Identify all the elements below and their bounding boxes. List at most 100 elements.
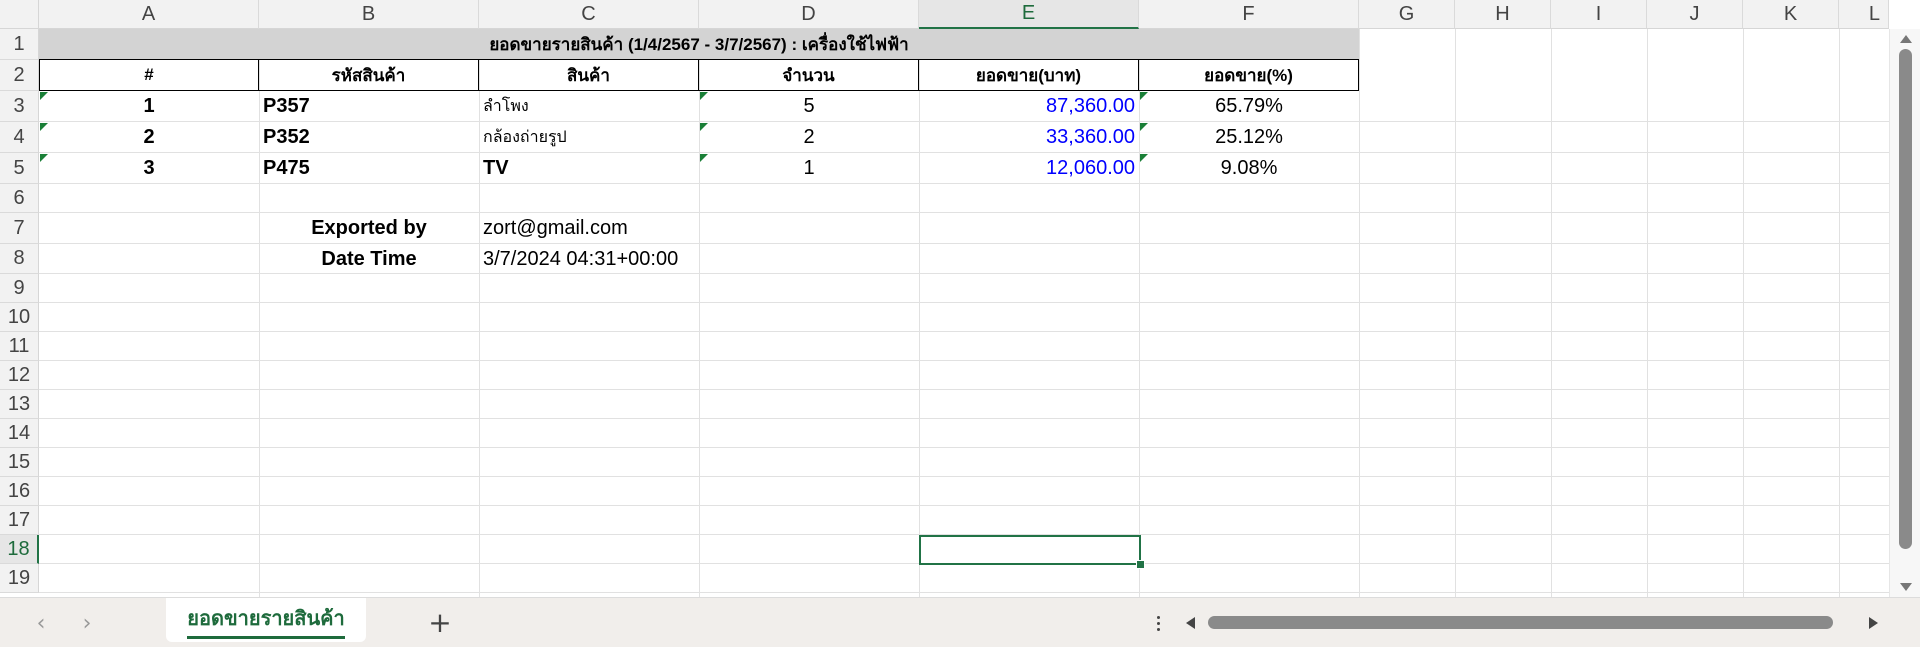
row-header-1[interactable]: 1 bbox=[0, 29, 39, 60]
select-all-corner[interactable] bbox=[0, 0, 39, 29]
gridline bbox=[1743, 29, 1744, 597]
gridline bbox=[39, 418, 1889, 419]
cell-sales-baht[interactable]: 12,060.00 bbox=[919, 153, 1139, 184]
column-header-e[interactable]: E bbox=[919, 0, 1139, 29]
fill-handle[interactable] bbox=[1136, 560, 1145, 569]
datetime-value[interactable]: 3/7/2024 04:31+00:00 bbox=[479, 244, 699, 274]
error-indicator-icon[interactable] bbox=[700, 154, 708, 162]
gridline bbox=[39, 447, 1889, 448]
gridline bbox=[1359, 29, 1360, 597]
column-header-i[interactable]: I bbox=[1551, 0, 1647, 29]
row-header-7[interactable]: 7 bbox=[0, 213, 39, 244]
error-indicator-icon[interactable] bbox=[40, 92, 48, 100]
column-header-c[interactable]: C bbox=[479, 0, 699, 29]
cell-sales-percent[interactable]: 9.08% bbox=[1139, 153, 1359, 184]
cell-quantity[interactable]: 2 bbox=[699, 122, 919, 153]
cell-product-name[interactable]: ลำโพง bbox=[479, 91, 699, 122]
error-indicator-icon[interactable] bbox=[700, 92, 708, 100]
row-header-16[interactable]: 16 bbox=[0, 477, 39, 506]
column-header-a[interactable]: A bbox=[39, 0, 259, 29]
scroll-down-icon[interactable] bbox=[1900, 583, 1912, 591]
error-indicator-icon[interactable] bbox=[1140, 123, 1148, 131]
row-header-15[interactable]: 15 bbox=[0, 448, 39, 477]
cell-product-code[interactable]: P352 bbox=[259, 122, 479, 153]
sheet-tab-bar: ‹ › ยอดขายรายสินค้า + bbox=[0, 597, 1920, 647]
error-indicator-icon[interactable] bbox=[40, 154, 48, 162]
cell-sales-percent[interactable]: 65.79% bbox=[1139, 91, 1359, 122]
exported-by-value[interactable]: zort@gmail.com bbox=[479, 213, 699, 244]
cell-number[interactable]: 3 bbox=[39, 153, 259, 184]
cell-product-name[interactable]: TV bbox=[479, 153, 699, 184]
row-header-19[interactable]: 19 bbox=[0, 564, 39, 593]
row-header-17[interactable]: 17 bbox=[0, 506, 39, 535]
cell-quantity[interactable]: 1 bbox=[699, 153, 919, 184]
column-header-g[interactable]: G bbox=[1359, 0, 1455, 29]
cell-quantity[interactable]: 5 bbox=[699, 91, 919, 122]
cell-sales-baht[interactable]: 33,360.00 bbox=[919, 122, 1139, 153]
cell-number[interactable]: 2 bbox=[39, 122, 259, 153]
row-header-2[interactable]: 2 bbox=[0, 60, 39, 91]
header-quantity[interactable]: จำนวน bbox=[699, 60, 919, 91]
cell-product-code[interactable]: P475 bbox=[259, 153, 479, 184]
header-product[interactable]: สินค้า bbox=[479, 60, 699, 91]
row-header-5[interactable]: 5 bbox=[0, 153, 39, 184]
datetime-label[interactable]: Date Time bbox=[259, 244, 479, 274]
gridline bbox=[39, 505, 1889, 506]
header-sales-baht[interactable]: ยอดขาย(บาท) bbox=[919, 60, 1139, 91]
scroll-up-icon[interactable] bbox=[1900, 35, 1912, 43]
gridline bbox=[39, 476, 1889, 477]
cell-product-name[interactable]: กล้องถ่ายรูป bbox=[479, 122, 699, 153]
gridline bbox=[39, 389, 1889, 390]
header-product-code[interactable]: รหัสสินค้า bbox=[259, 60, 479, 91]
row-header-4[interactable]: 4 bbox=[0, 122, 39, 153]
row-header-14[interactable]: 14 bbox=[0, 419, 39, 448]
column-header-j[interactable]: J bbox=[1647, 0, 1743, 29]
row-header-11[interactable]: 11 bbox=[0, 332, 39, 361]
vertical-scrollbar[interactable] bbox=[1889, 29, 1920, 597]
sheet-tab-label: ยอดขายรายสินค้า bbox=[187, 602, 345, 639]
gridline bbox=[1839, 29, 1840, 597]
header-sales-percent[interactable]: ยอดขาย(%) bbox=[1139, 60, 1359, 91]
row-header-6[interactable]: 6 bbox=[0, 184, 39, 213]
vertical-scroll-thumb[interactable] bbox=[1899, 49, 1912, 549]
horizontal-scroll-thumb[interactable] bbox=[1208, 616, 1833, 629]
error-indicator-icon[interactable] bbox=[700, 123, 708, 131]
gridline bbox=[1455, 29, 1456, 597]
row-header-9[interactable]: 9 bbox=[0, 274, 39, 303]
cell-sales-baht[interactable]: 87,360.00 bbox=[919, 91, 1139, 122]
exported-by-label[interactable]: Exported by bbox=[259, 213, 479, 244]
row-header-8[interactable]: 8 bbox=[0, 244, 39, 274]
column-header-h[interactable]: H bbox=[1455, 0, 1551, 29]
selected-cell[interactable] bbox=[919, 535, 1141, 565]
previous-sheet-icon[interactable]: ‹ bbox=[28, 610, 54, 636]
row-header-10[interactable]: 10 bbox=[0, 303, 39, 332]
report-title-cell[interactable]: ยอดขายรายสินค้า (1/4/2567 - 3/7/2567) : … bbox=[39, 29, 1359, 60]
error-indicator-icon[interactable] bbox=[1140, 92, 1148, 100]
cell-sales-percent[interactable]: 25.12% bbox=[1139, 122, 1359, 153]
row-header-18[interactable]: 18 bbox=[0, 535, 39, 564]
add-sheet-button[interactable]: + bbox=[424, 606, 456, 639]
row-header-3[interactable]: 3 bbox=[0, 91, 39, 122]
sheet-tab[interactable]: ยอดขายรายสินค้า bbox=[166, 598, 366, 642]
next-sheet-icon[interactable]: › bbox=[74, 610, 100, 636]
gridline bbox=[1551, 29, 1552, 597]
cell-number[interactable]: 1 bbox=[39, 91, 259, 122]
error-indicator-icon[interactable] bbox=[40, 123, 48, 131]
row-header-13[interactable]: 13 bbox=[0, 390, 39, 419]
horizontal-scrollbar[interactable] bbox=[1182, 609, 1882, 637]
scroll-left-icon[interactable] bbox=[1186, 617, 1195, 629]
column-header-b[interactable]: B bbox=[259, 0, 479, 29]
column-header-d[interactable]: D bbox=[699, 0, 919, 29]
cell-product-code[interactable]: P357 bbox=[259, 91, 479, 122]
column-header-l[interactable]: L bbox=[1839, 0, 1889, 29]
header-number[interactable]: # bbox=[39, 60, 259, 91]
column-header-f[interactable]: F bbox=[1139, 0, 1359, 29]
column-header-k[interactable]: K bbox=[1743, 0, 1839, 29]
gridline bbox=[39, 331, 1889, 332]
row-header-12[interactable]: 12 bbox=[0, 361, 39, 390]
error-indicator-icon[interactable] bbox=[1140, 154, 1148, 162]
gridline bbox=[39, 360, 1889, 361]
more-options-icon[interactable] bbox=[1148, 610, 1168, 636]
spreadsheet-grid[interactable]: A B C D E F G H I J K L 1 2 3 4 5 6 7 8 … bbox=[0, 0, 1920, 597]
scroll-right-icon[interactable] bbox=[1869, 617, 1878, 629]
